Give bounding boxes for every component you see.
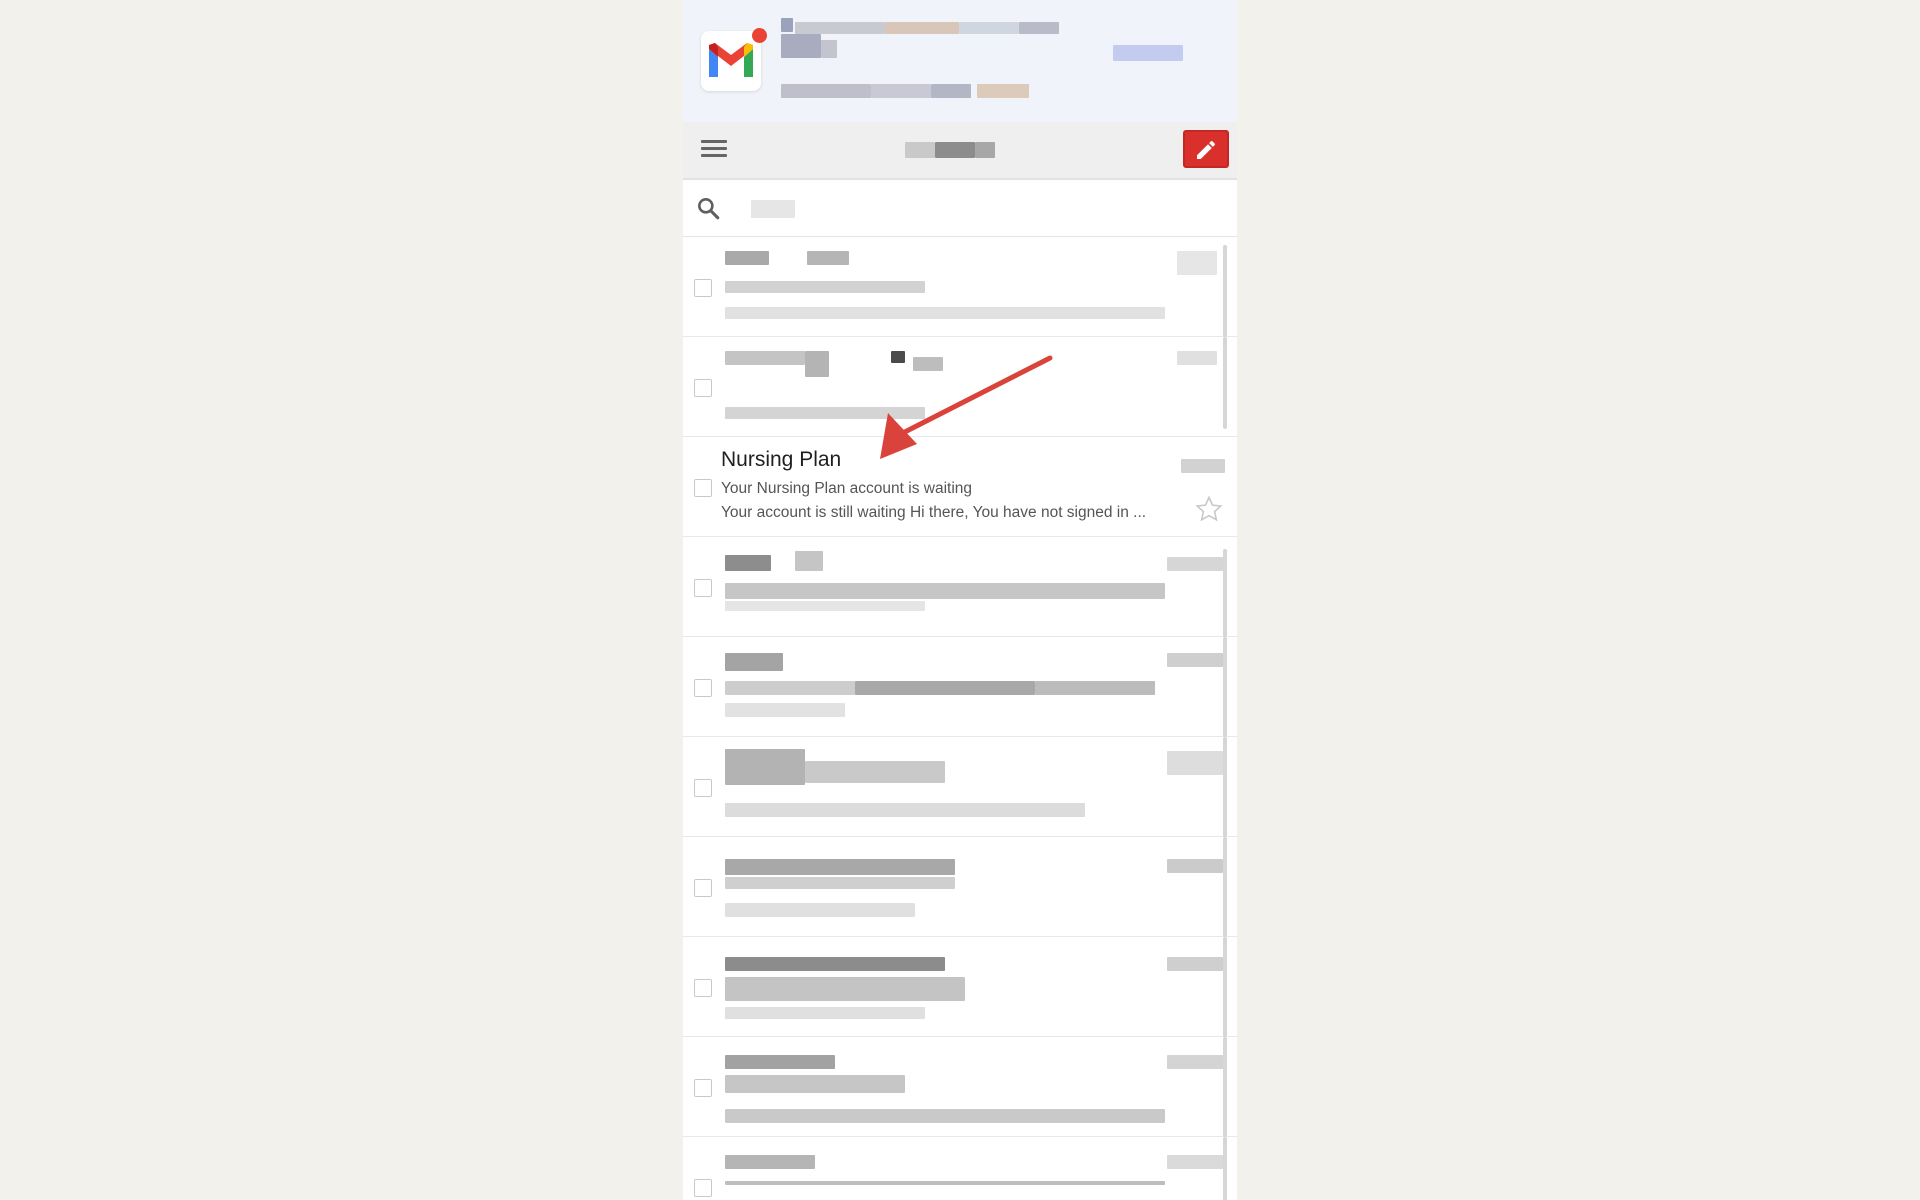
scrollbar[interactable] [1223, 245, 1227, 337]
scrollbar [1223, 937, 1227, 1037]
scrollbar [1223, 837, 1227, 937]
email-subject: Your Nursing Plan account is waiting [721, 480, 973, 497]
star-icon[interactable] [1194, 494, 1224, 524]
hamburger-menu-icon[interactable] [701, 140, 727, 162]
list-item[interactable] [683, 537, 1237, 637]
gmail-m-icon [709, 43, 753, 77]
checkbox[interactable] [694, 679, 712, 697]
checkbox[interactable] [694, 779, 712, 797]
scrollbar [1223, 549, 1227, 637]
list-item[interactable] [683, 1037, 1237, 1137]
checkbox[interactable] [694, 1079, 712, 1097]
notification-dot [752, 28, 767, 43]
list-item[interactable] [683, 237, 1237, 337]
scrollbar [1223, 1037, 1227, 1137]
search-icon[interactable] [695, 195, 721, 221]
checkbox[interactable] [694, 279, 712, 297]
list-item[interactable] [683, 637, 1237, 737]
checkbox[interactable] [694, 979, 712, 997]
gmail-app-screen: Nursing Plan Your Nursing Plan account i… [683, 0, 1237, 1200]
checkbox[interactable] [694, 379, 712, 397]
scrollbar [1223, 737, 1227, 837]
pencil-icon [1197, 140, 1216, 159]
list-item[interactable] [683, 737, 1237, 837]
mail-list: Nursing Plan Your Nursing Plan account i… [683, 237, 1237, 1200]
account-header[interactable] [683, 0, 1237, 122]
pixelated-account-switch[interactable] [1113, 45, 1183, 61]
checkbox[interactable] [694, 579, 712, 597]
scrollbar [1223, 1137, 1227, 1200]
pixelated-search-placeholder [751, 200, 795, 218]
scrollbar [1223, 337, 1227, 429]
search-bar[interactable] [683, 180, 1237, 237]
gmail-logo [701, 31, 761, 91]
compose-button[interactable] [1183, 130, 1229, 168]
email-snippet: Your account is still waiting Hi there, … [721, 504, 1147, 521]
list-item[interactable] [683, 1137, 1237, 1200]
list-item[interactable] [683, 837, 1237, 937]
scrollbar [1223, 637, 1227, 737]
pixelated-email-date [1181, 459, 1225, 473]
toolbar [683, 122, 1237, 180]
highlighted-email-row[interactable]: Nursing Plan Your Nursing Plan account i… [683, 437, 1237, 537]
list-item[interactable] [683, 937, 1237, 1037]
checkbox[interactable] [694, 479, 712, 497]
list-item[interactable] [683, 337, 1237, 437]
email-sender: Nursing Plan [721, 448, 842, 471]
checkbox[interactable] [694, 879, 712, 897]
checkbox[interactable] [694, 1179, 712, 1197]
